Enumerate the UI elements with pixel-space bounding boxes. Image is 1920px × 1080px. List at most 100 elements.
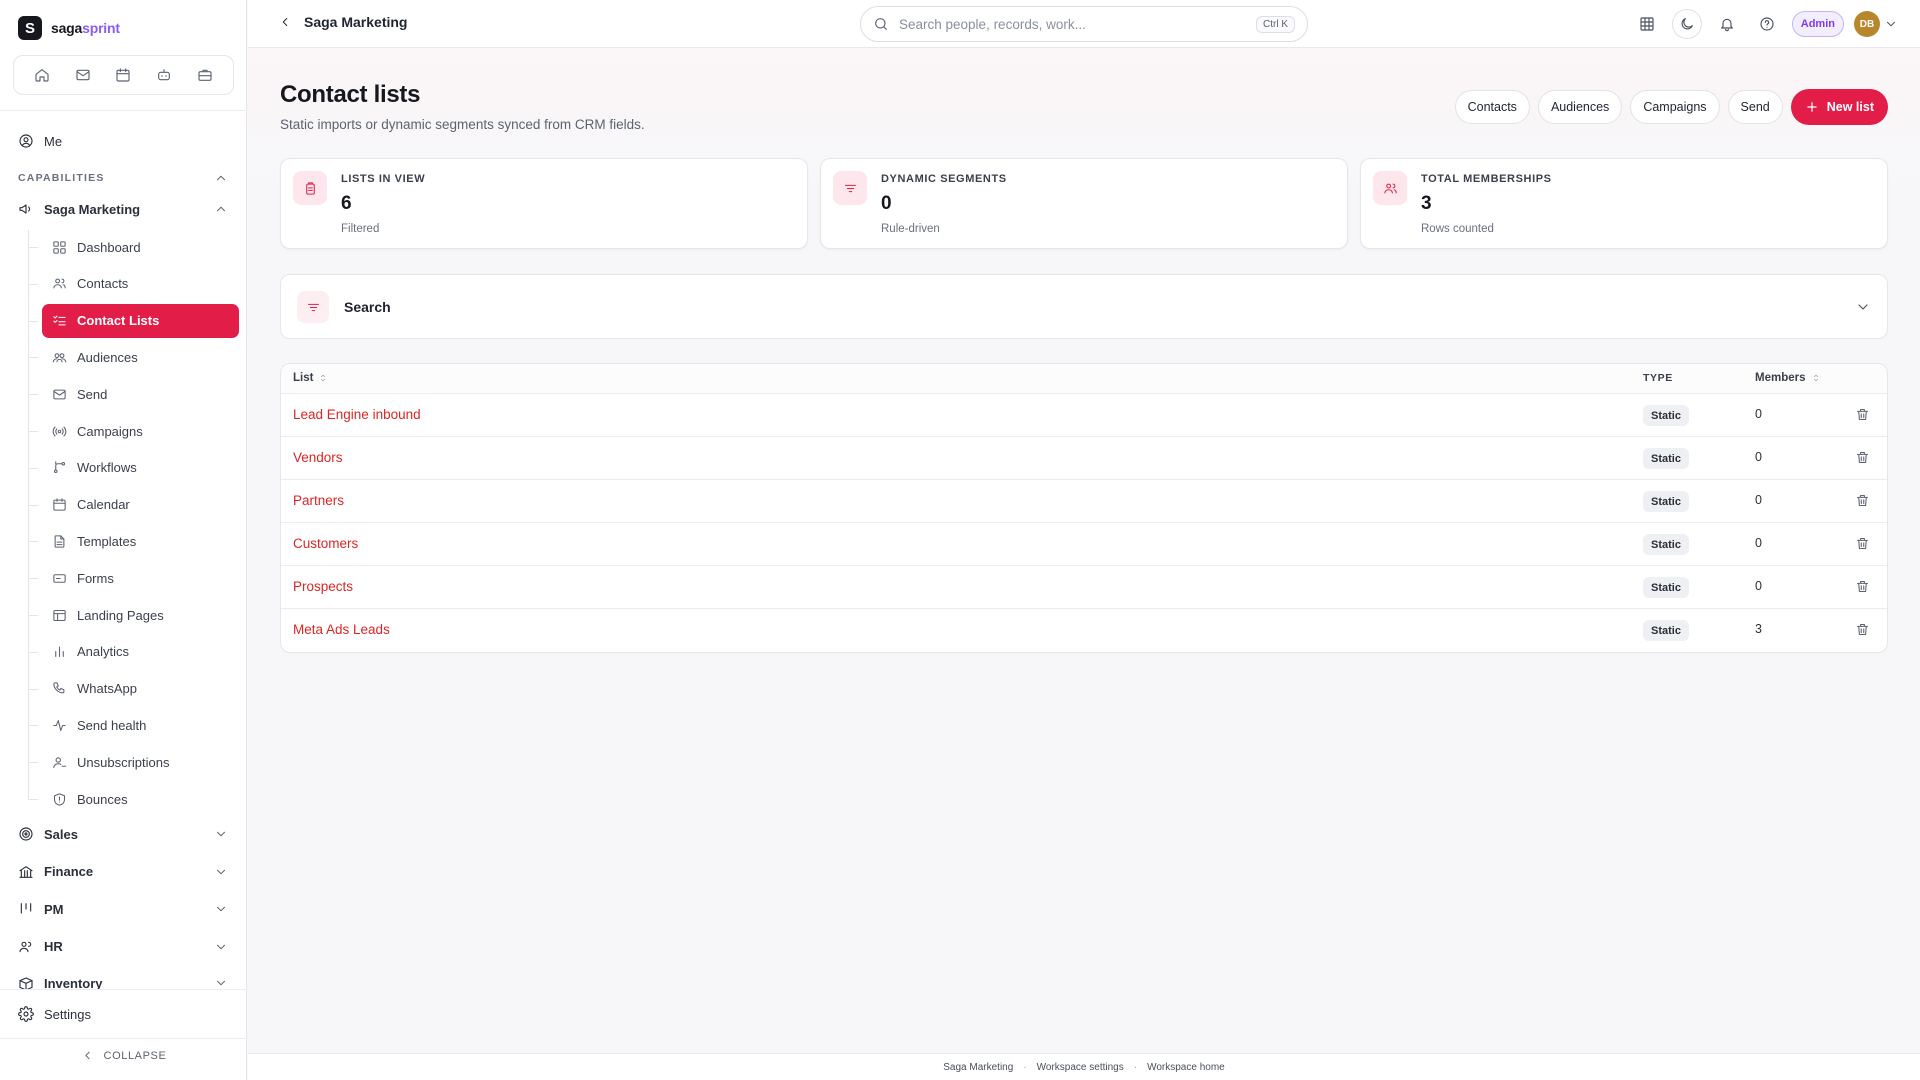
search-filter-panel[interactable]: Search	[280, 274, 1888, 339]
nav-section-sales[interactable]: Sales	[18, 826, 230, 842]
chevron-up-icon[interactable]	[214, 171, 228, 185]
sidebar-item-send[interactable]: Send	[28, 377, 239, 411]
mail-icon[interactable]	[68, 60, 98, 90]
list-name-link[interactable]: Partners	[293, 493, 344, 508]
sidebar-item-label: Send	[77, 386, 108, 402]
contacts-button[interactable]: Contacts	[1454, 90, 1530, 124]
moon-icon[interactable]	[1671, 9, 1702, 39]
trash-icon[interactable]	[1855, 536, 1870, 551]
collapse-button[interactable]: COLLAPSE	[0, 1049, 247, 1062]
list-name-link[interactable]: Customers	[293, 536, 358, 551]
search-input[interactable]	[899, 16, 1246, 32]
nav-section-label: Finance	[44, 864, 94, 879]
filter-icon	[833, 171, 867, 205]
sidebar-item-forms[interactable]: Forms	[28, 561, 239, 595]
sidebar-item-calendar[interactable]: Calendar	[28, 488, 239, 522]
stat-hint: Rule-driven	[881, 223, 940, 235]
footer-link-settings[interactable]: Workspace settings	[1037, 1062, 1124, 1073]
campaigns-button[interactable]: Campaigns	[1630, 90, 1720, 124]
sidebar-item-landing-pages[interactable]: Landing Pages	[28, 598, 239, 632]
nav-settings[interactable]: Settings	[18, 1006, 91, 1022]
audience-icon	[52, 353, 67, 363]
page-subtitle: Static imports or dynamic segments synce…	[280, 117, 645, 132]
chevron-left-icon[interactable]	[278, 15, 292, 29]
trash-icon[interactable]	[1855, 579, 1870, 594]
trash-icon[interactable]	[1855, 622, 1870, 637]
sidebar-item-label: Unsubscriptions	[77, 754, 170, 770]
bot-icon[interactable]	[149, 60, 179, 90]
sidebar-item-whatsapp[interactable]: WhatsApp	[28, 672, 239, 706]
briefcase-icon[interactable]	[190, 60, 220, 90]
sidebar-item-label: Audiences	[77, 349, 138, 365]
nav-section-label: Sales	[44, 826, 78, 842]
nav-section-finance[interactable]: Finance	[18, 864, 230, 880]
sidebar-item-label: Contact Lists	[77, 313, 160, 329]
members-count: 3	[1755, 622, 1762, 636]
footer-link-workspace[interactable]: Saga Marketing	[943, 1062, 1013, 1073]
sidebar-item-label: Send health	[77, 717, 147, 733]
trash-icon[interactable]	[1855, 450, 1870, 465]
calendar-icon[interactable]	[108, 60, 138, 90]
global-search[interactable]: Ctrl K	[860, 6, 1308, 42]
shield-icon	[53, 792, 66, 806]
sidebar-item-label: Contacts	[77, 276, 129, 292]
role-badge[interactable]: Admin	[1791, 11, 1844, 37]
sidebar-item-contacts[interactable]: Contacts	[28, 267, 239, 301]
sidebar-item-dashboard[interactable]: Dashboard	[28, 230, 239, 264]
sidebar-item-workflows[interactable]: Workflows	[28, 451, 239, 485]
chevron-down-icon	[217, 980, 225, 986]
tree-line	[28, 230, 29, 800]
column-list[interactable]: List	[293, 372, 328, 384]
column-type: TYPE	[1643, 372, 1673, 384]
sidebar-item-bounces[interactable]: Bounces	[28, 782, 239, 816]
list-name-link[interactable]: Prospects	[293, 579, 353, 594]
sidebar-item-analytics[interactable]: Analytics	[28, 635, 239, 669]
list-name-link[interactable]: Meta Ads Leads	[293, 622, 390, 637]
home-icon[interactable]	[27, 60, 57, 90]
type-badge: Static	[1643, 620, 1689, 641]
chevron-down-icon[interactable]	[1855, 299, 1871, 315]
send-button[interactable]: Send	[1727, 90, 1783, 124]
nav-section-hr[interactable]: HR	[18, 939, 230, 955]
nav-section-pm[interactable]: PM	[18, 901, 230, 917]
brand-logo: S	[18, 16, 42, 40]
sidebar-item-templates[interactable]: Templates	[28, 524, 239, 558]
nav-section-inventory[interactable]: Inventory	[18, 976, 230, 990]
footer-link-home[interactable]: Workspace home	[1147, 1062, 1225, 1073]
trash-icon[interactable]	[1855, 493, 1870, 508]
phone-icon	[53, 682, 65, 694]
sidebar-item-unsubscriptions[interactable]: Unsubscriptions	[28, 745, 239, 779]
audiences-button[interactable]: Audiences	[1537, 90, 1623, 124]
stat-label: TOTAL MEMBERSHIPS	[1421, 173, 1552, 185]
nav-section-label: Inventory	[44, 976, 103, 990]
sidebar-item-send-health[interactable]: Send health	[28, 708, 239, 742]
sidebar-item-label: Forms	[77, 570, 114, 586]
help-icon[interactable]	[1752, 9, 1782, 39]
table-header: List TYPE Members	[281, 364, 1887, 394]
table-row: Vendors Static 0	[281, 437, 1887, 480]
grid-icon[interactable]	[1632, 9, 1662, 39]
capabilities-heading: CAPABILITIES	[18, 172, 105, 184]
list-name-link[interactable]: Lead Engine inbound	[293, 407, 421, 422]
breadcrumb[interactable]: Saga Marketing	[278, 14, 407, 30]
sidebar-item-campaigns[interactable]: Campaigns	[28, 414, 239, 448]
sidebar-item-label: Calendar	[77, 497, 130, 513]
new-list-button[interactable]: New list	[1790, 89, 1888, 125]
list-name-link[interactable]: Vendors	[293, 450, 343, 465]
brand[interactable]: S sagasprint	[18, 16, 120, 40]
members-count: 0	[1755, 493, 1762, 507]
sidebar-item-audiences[interactable]: Audiences	[28, 340, 239, 374]
layout-icon	[53, 609, 66, 621]
divider	[0, 110, 247, 111]
nav-group-saga-marketing[interactable]: Saga Marketing	[18, 201, 230, 217]
sidebar-item-label: Campaigns	[77, 423, 143, 439]
bell-icon[interactable]	[1712, 9, 1742, 39]
sidebar-item-label: Analytics	[77, 644, 130, 660]
sidebar-item-label: Dashboard	[77, 239, 141, 255]
trash-icon[interactable]	[1855, 407, 1870, 422]
column-members[interactable]: Members	[1755, 372, 1821, 384]
table-row: Lead Engine inbound Static 0	[281, 394, 1887, 437]
nav-me[interactable]: Me	[18, 133, 62, 149]
account-menu[interactable]: DB	[1854, 11, 1898, 37]
sidebar-item-contact-lists[interactable]: Contact Lists	[28, 303, 239, 338]
